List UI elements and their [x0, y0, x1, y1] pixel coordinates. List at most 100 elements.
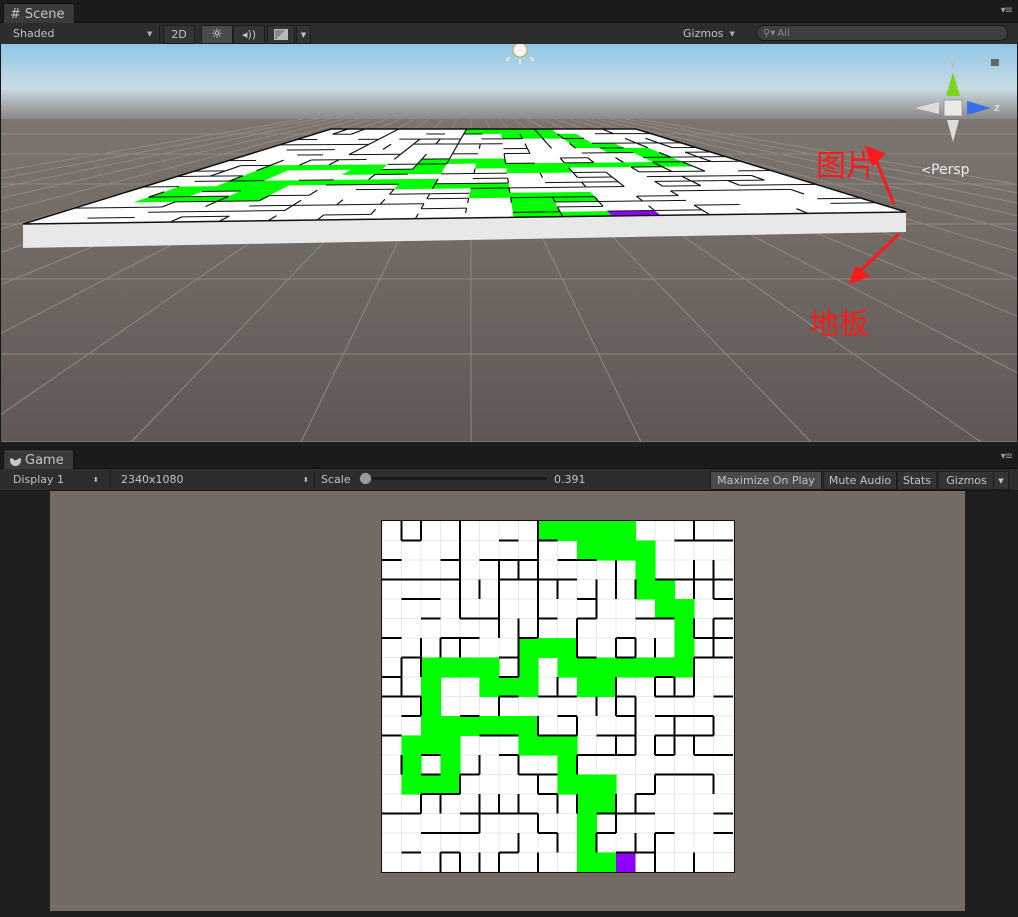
- game-viewport[interactable]: [0, 491, 1018, 917]
- game-gizmos-toggle[interactable]: Gizmos: [938, 471, 995, 490]
- path-cell: [421, 774, 442, 795]
- path-cell: [635, 540, 656, 561]
- game-tab-label: Game: [25, 452, 64, 468]
- path-cell: [635, 579, 656, 600]
- path-cell: [616, 540, 637, 561]
- sun-icon: ☼: [211, 27, 223, 42]
- path-cell: [518, 638, 539, 659]
- scene-panel-menu-icon[interactable]: ▾≡: [1001, 5, 1013, 16]
- chevron-down-icon: ▼: [147, 29, 153, 38]
- resolution-dropdown[interactable]: 2340x1080 ⬍: [121, 471, 311, 488]
- path-cell: [518, 677, 539, 698]
- path-cell: [401, 774, 422, 795]
- resolution-value: 2340x1080: [121, 473, 184, 486]
- persp-toggle[interactable]: <Persp: [921, 162, 970, 178]
- gizmos-label: Gizmos: [946, 474, 987, 487]
- scene-tab-label: Scene: [24, 6, 65, 22]
- gizmo-y-label: y: [950, 59, 956, 70]
- sky: [1, 44, 1017, 124]
- game-tab-bar: Game ▾≡: [0, 446, 1018, 470]
- path-cell: [557, 521, 578, 542]
- search-icon: ⚲▾: [763, 27, 776, 39]
- path-cell: [440, 774, 461, 795]
- scene-toolbar: Shaded ▼ 2D ☼ ◂)) ▼ Gizmos ▼ ⚲▾ All: [0, 23, 1018, 45]
- scene-3d-canvas: y z: [1, 44, 1017, 442]
- mode-2d-label: 2D: [171, 28, 187, 41]
- path-cell: [479, 657, 500, 678]
- grid-hash-icon: #: [10, 6, 21, 22]
- path-cell: [421, 735, 442, 756]
- path-cell: [440, 657, 461, 678]
- image-icon: [274, 29, 288, 40]
- path-cell: [557, 774, 578, 795]
- path-cell: [518, 657, 539, 678]
- maze-image: [381, 520, 735, 873]
- stats-toggle[interactable]: Stats: [897, 471, 937, 490]
- path-cell: [577, 657, 598, 678]
- scene-search-input[interactable]: ⚲▾ All: [756, 25, 1008, 41]
- path-cell: [421, 696, 442, 717]
- tab-scene[interactable]: # Scene: [3, 3, 75, 24]
- game-gizmos-dropdown[interactable]: ▼: [993, 471, 1009, 490]
- path-cell: [596, 677, 617, 698]
- audio-toggle[interactable]: ◂)): [233, 25, 265, 44]
- effects-dropdown[interactable]: ▼: [296, 25, 311, 44]
- draw-mode-dropdown[interactable]: Shaded ▼: [13, 25, 153, 42]
- path-cell: [616, 521, 637, 542]
- path-cell: [557, 735, 578, 756]
- lock-icon: [991, 59, 999, 66]
- path-cell: [596, 521, 617, 542]
- scene-gizmos-dropdown[interactable]: Gizmos ▼: [683, 25, 741, 42]
- path-cell: [518, 716, 539, 737]
- path-cell: [674, 638, 695, 659]
- path-cell: [440, 716, 461, 737]
- game-background: [50, 491, 965, 911]
- path-cell: [557, 638, 578, 659]
- display-value: Display 1: [13, 473, 65, 486]
- mode-2d-button[interactable]: 2D: [163, 25, 195, 44]
- path-cell: [479, 716, 500, 737]
- path-cell: [596, 852, 617, 873]
- path-cell: [557, 657, 578, 678]
- path-cell: [577, 677, 598, 698]
- updown-icon: ⬍: [303, 475, 309, 484]
- annotation-image-label: 图片: [816, 149, 876, 184]
- scale-slider-track[interactable]: [365, 477, 547, 480]
- mute-audio-toggle[interactable]: Mute Audio: [823, 471, 897, 490]
- path-cell: [499, 716, 520, 737]
- scale-slider-handle[interactable]: [359, 472, 372, 485]
- path-cell: [577, 521, 598, 542]
- pacman-icon: [10, 454, 21, 466]
- path-cell: [577, 540, 598, 561]
- lighting-toggle[interactable]: ☼: [201, 25, 233, 44]
- persp-icon: <: [921, 163, 932, 177]
- scale-label: Scale: [321, 473, 351, 486]
- maze-grid: [381, 520, 734, 873]
- game-panel-menu-icon[interactable]: ▾≡: [1001, 451, 1013, 462]
- path-cell: [674, 599, 695, 620]
- tab-game[interactable]: Game: [3, 449, 74, 470]
- path-cell: [596, 540, 617, 561]
- search-placeholder: All: [777, 27, 790, 39]
- path-cell: [655, 579, 676, 600]
- path-cell: [479, 677, 500, 698]
- gizmos-label: Gizmos: [683, 27, 724, 40]
- path-cell: [440, 735, 461, 756]
- path-cell: [577, 852, 598, 873]
- path-cell: [655, 657, 676, 678]
- path-cell: [596, 794, 617, 815]
- chevron-down-icon: ▼: [998, 476, 1004, 485]
- path-cell: [616, 657, 637, 678]
- path-cell: [401, 735, 422, 756]
- path-cell: [596, 774, 617, 795]
- scene-viewport[interactable]: y z 图片 地板 <Persp: [0, 44, 1018, 442]
- maximize-on-play-toggle[interactable]: Maximize On Play: [710, 471, 822, 490]
- path-cell: [577, 794, 598, 815]
- display-dropdown[interactable]: Display 1 ⬍: [13, 471, 103, 488]
- path-cell: [460, 716, 481, 737]
- mute-label: Mute Audio: [828, 474, 892, 487]
- path-cell: [577, 833, 598, 854]
- draw-mode-value: Shaded: [13, 27, 55, 40]
- effects-toggle[interactable]: [267, 25, 295, 44]
- maximize-label: Maximize On Play: [717, 474, 815, 487]
